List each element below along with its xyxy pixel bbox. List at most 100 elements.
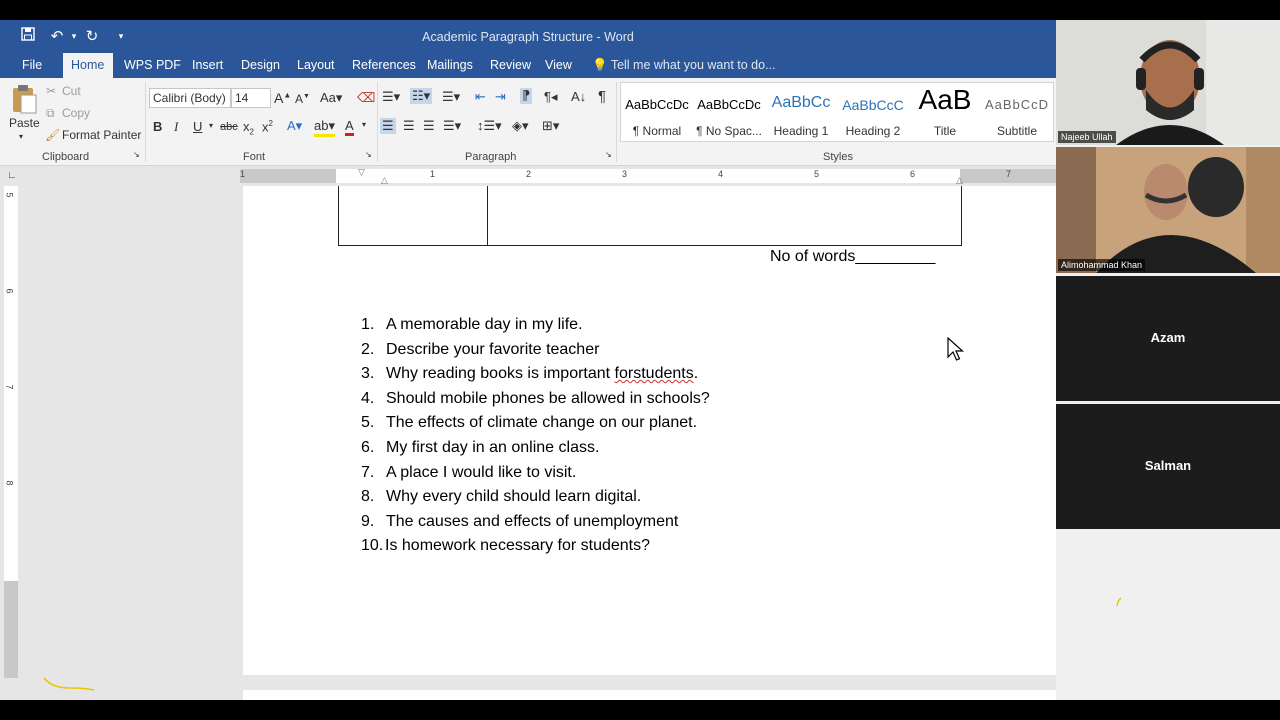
- superscript-icon[interactable]: x2: [262, 119, 273, 134]
- spelling-error-word[interactable]: forstudents: [615, 365, 694, 382]
- ltr-icon[interactable]: ⁋: [520, 88, 533, 104]
- list-number: 4.: [361, 389, 375, 407]
- align-left-icon[interactable]: ☰: [380, 118, 396, 134]
- increase-indent-icon[interactable]: ⇥: [495, 89, 506, 105]
- cut-button[interactable]: Cut: [62, 84, 81, 98]
- pen-annotation-stroke: [1116, 597, 1122, 607]
- strikethrough-icon[interactable]: abc: [220, 121, 238, 133]
- tab-view[interactable]: View: [537, 53, 580, 78]
- style-title[interactable]: AaB Title: [909, 83, 981, 141]
- shading-icon[interactable]: ◈▾: [512, 118, 529, 134]
- italic-icon[interactable]: I: [174, 119, 178, 135]
- paste-icon[interactable]: [10, 84, 38, 114]
- style-preview: AaBbCcDc: [625, 97, 689, 112]
- paste-button[interactable]: Paste: [9, 116, 40, 130]
- underline-icon[interactable]: U: [193, 119, 202, 134]
- decrease-indent-icon[interactable]: ⇤: [475, 89, 486, 105]
- style-heading-2[interactable]: AaBbCcC Heading 2: [837, 83, 909, 141]
- participant-tile[interactable]: Alimohammad Khan: [1056, 147, 1280, 273]
- tab-references[interactable]: References: [344, 53, 424, 78]
- tab-insert[interactable]: Insert: [184, 53, 231, 78]
- font-color-icon[interactable]: A: [345, 118, 354, 136]
- shrink-font-icon[interactable]: A▼: [295, 92, 310, 106]
- cut-icon[interactable]: ✂: [46, 84, 56, 98]
- horizontal-ruler[interactable]: 1 1 2 3 4 5 6 7 ▽ △ △: [240, 167, 1056, 186]
- text-effects-icon[interactable]: A▾: [287, 118, 302, 134]
- document-table[interactable]: [338, 186, 962, 246]
- copy-icon[interactable]: ⧉: [46, 106, 55, 121]
- line-spacing-icon[interactable]: ↕☰▾: [477, 118, 502, 134]
- style-name: Subtitle: [996, 124, 1038, 138]
- style-preview: AaBbCcDc: [697, 97, 761, 112]
- ruler-number: 4: [718, 169, 724, 179]
- ribbon: Paste ▾ ✂ Cut ⧉ Copy 🖌 Format Painter Cl…: [0, 78, 1056, 166]
- tab-selector-icon[interactable]: ∟: [5, 170, 19, 184]
- change-case-icon[interactable]: Aa▾: [320, 90, 342, 106]
- document-page[interactable]: No of words_________ 1. A memorable day i…: [243, 186, 1057, 675]
- underline-dropdown-icon[interactable]: ▾: [209, 121, 213, 130]
- numbering-icon[interactable]: ☷▾: [410, 88, 433, 104]
- tab-file[interactable]: File: [14, 53, 50, 78]
- multilevel-list-icon[interactable]: ☰▾: [442, 89, 460, 105]
- font-size-value: 14: [235, 91, 249, 105]
- list-item: 7. A place I would like to visit.: [361, 464, 861, 489]
- style-no-spacing[interactable]: AaBbCcDc ¶ No Spac...: [693, 83, 765, 141]
- right-indent-marker[interactable]: △: [956, 175, 963, 186]
- grow-font-icon[interactable]: A▲: [274, 90, 291, 106]
- topic-list: 1. A memorable day in my life. 2. Describe…: [361, 316, 861, 562]
- list-text: My first day in an online class.: [386, 438, 600, 456]
- style-normal[interactable]: AaBbCcDc ¶ Normal: [621, 83, 693, 141]
- bullets-icon[interactable]: ☰▾: [382, 89, 400, 105]
- participant-tile[interactable]: Najeeb Ullah: [1056, 20, 1280, 145]
- align-right-icon[interactable]: ☰: [423, 118, 435, 134]
- first-line-indent-marker[interactable]: ▽: [358, 167, 365, 178]
- format-painter-button[interactable]: Format Painter: [62, 128, 141, 142]
- participant-tile[interactable]: Azam: [1056, 276, 1280, 401]
- list-text: Should mobile phones be allowed in schoo…: [386, 389, 710, 407]
- list-number: 7.: [361, 463, 375, 481]
- vertical-ruler[interactable]: 5 6 7 8: [4, 186, 18, 678]
- screen-top-bar: [0, 0, 1280, 20]
- tab-home[interactable]: Home: [63, 53, 113, 78]
- align-center-icon[interactable]: ☰: [403, 118, 415, 134]
- format-painter-icon[interactable]: 🖌: [45, 128, 60, 142]
- font-launcher-icon[interactable]: ↘: [365, 150, 372, 159]
- tab-mailings[interactable]: Mailings: [419, 53, 481, 78]
- justify-icon[interactable]: ☰▾: [443, 118, 461, 134]
- list-text: Is homework necessary for students?: [385, 537, 651, 555]
- list-item: 4. Should mobile phones be allowed in sch…: [361, 390, 861, 415]
- paragraph-launcher-icon[interactable]: ↘: [605, 150, 612, 159]
- window-title: Academic Paragraph Structure - Word: [422, 30, 634, 44]
- tab-design[interactable]: Design: [233, 53, 288, 78]
- clear-formatting-icon[interactable]: ⌫: [357, 90, 375, 106]
- tab-wps-pdf[interactable]: WPS PDF: [116, 53, 189, 78]
- font-family-value: Calibri (Body): [153, 91, 226, 105]
- list-item: 2. Describe your favorite teacher: [361, 341, 861, 366]
- sort-icon[interactable]: A↓: [571, 89, 586, 104]
- bold-icon[interactable]: B: [153, 119, 162, 134]
- participant-tile[interactable]: Salman: [1056, 404, 1280, 529]
- paste-dropdown-icon[interactable]: ▾: [19, 132, 23, 141]
- list-number: 6.: [361, 438, 375, 456]
- tab-layout[interactable]: Layout: [289, 53, 343, 78]
- divider: [616, 82, 617, 162]
- tab-review[interactable]: Review: [482, 53, 539, 78]
- rtl-icon[interactable]: ¶◂: [544, 89, 558, 105]
- style-preview: AaBbCcC: [842, 97, 904, 113]
- tell-me-box[interactable]: 💡 Tell me what you want to do...: [584, 53, 784, 78]
- participant-name: Alimohammad Khan: [1058, 259, 1146, 271]
- hanging-indent-marker[interactable]: △: [381, 175, 388, 186]
- highlight-icon[interactable]: ab▾: [314, 118, 335, 137]
- word-count-line: No of words_________: [770, 248, 936, 265]
- clipboard-launcher-icon[interactable]: ↘: [133, 150, 140, 159]
- copy-button[interactable]: Copy: [62, 106, 90, 120]
- ruler-number: 6: [4, 288, 15, 294]
- font-family-select[interactable]: Calibri (Body): [149, 88, 231, 108]
- style-heading-1[interactable]: AaBbCc Heading 1: [765, 83, 837, 141]
- font-size-select[interactable]: 14: [231, 88, 271, 108]
- subscript-icon[interactable]: x2: [243, 119, 254, 137]
- show-formatting-icon[interactable]: ¶: [598, 88, 606, 105]
- font-color-dropdown-icon[interactable]: ▾: [362, 120, 366, 129]
- borders-icon[interactable]: ⊞▾: [542, 118, 559, 134]
- style-subtitle[interactable]: AaBbCcD Subtitle: [981, 83, 1053, 141]
